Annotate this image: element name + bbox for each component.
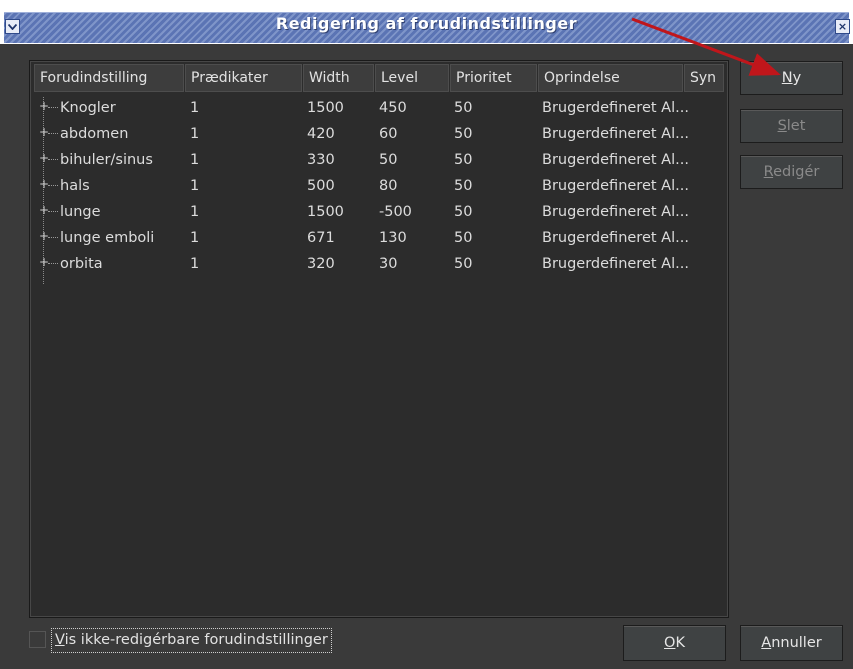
- window-menu-button[interactable]: [5, 19, 20, 34]
- cancel-button-label: Annuller: [761, 635, 822, 651]
- cell-level: 450: [379, 100, 407, 116]
- cell-origin: Brugerdefineret Al...: [542, 204, 689, 220]
- cell-level: 130: [379, 230, 407, 246]
- column-header-preset[interactable]: Forudindstilling: [34, 64, 184, 92]
- tree-branch: [48, 263, 58, 264]
- cell-level: 60: [379, 126, 398, 142]
- table-row[interactable]: + Knogler 1 1500 450 50 Brugerdefineret …: [30, 95, 728, 121]
- expand-plus-icon[interactable]: +: [39, 100, 49, 112]
- column-header-level[interactable]: Level: [375, 64, 449, 92]
- cell-width: 330: [307, 152, 335, 168]
- cell-preset: lunge emboli: [60, 230, 155, 246]
- show-noneditable-checkbox[interactable]: [29, 631, 46, 648]
- ok-button-label: OK: [664, 635, 685, 651]
- cell-preset: lunge: [60, 204, 101, 220]
- cell-level: -500: [379, 204, 412, 220]
- column-header-origin[interactable]: Oprindelse: [538, 64, 683, 92]
- expand-plus-icon[interactable]: +: [39, 126, 49, 138]
- chevron-down-icon: [7, 21, 18, 32]
- cell-predicates: 1: [190, 256, 200, 272]
- cell-priority: 50: [454, 256, 473, 272]
- column-header-priority[interactable]: Prioritet: [450, 64, 537, 92]
- table-row[interactable]: + bihuler/sinus 1 330 50 50 Brugerdefine…: [30, 147, 728, 173]
- column-header-syn[interactable]: Syn: [684, 64, 724, 92]
- new-button-label: Ny: [781, 70, 802, 86]
- cell-priority: 50: [454, 100, 473, 116]
- tree-branch: [48, 133, 58, 134]
- preset-list[interactable]: Forudindstilling Prædikater Width Level …: [29, 60, 729, 618]
- cell-priority: 50: [454, 152, 473, 168]
- cell-level: 30: [379, 256, 398, 272]
- new-button[interactable]: Ny: [740, 61, 843, 95]
- cell-preset: Knogler: [60, 100, 116, 116]
- cell-predicates: 1: [190, 152, 200, 168]
- column-headers: Forudindstilling Prædikater Width Level …: [30, 61, 728, 93]
- expand-plus-icon[interactable]: +: [39, 256, 49, 268]
- expand-plus-icon[interactable]: +: [39, 152, 49, 164]
- column-header-predicates[interactable]: Prædikater: [185, 64, 302, 92]
- delete-button[interactable]: Slet: [740, 109, 843, 143]
- cell-origin: Brugerdefineret Al...: [542, 100, 689, 116]
- cell-origin: Brugerdefineret Al...: [542, 256, 689, 272]
- cell-priority: 50: [454, 230, 473, 246]
- table-row[interactable]: + hals 1 500 80 50 Brugerdefineret Al...: [30, 173, 728, 199]
- edit-button-label: Redigér: [763, 164, 820, 180]
- expand-plus-icon[interactable]: +: [39, 178, 49, 190]
- edit-button[interactable]: Redigér: [740, 155, 843, 189]
- cell-predicates: 1: [190, 230, 200, 246]
- tree-branch: [48, 107, 58, 108]
- cell-predicates: 1: [190, 126, 200, 142]
- cell-preset: abdomen: [60, 126, 129, 142]
- table-row[interactable]: + lunge 1 1500 -500 50 Brugerdefineret A…: [30, 199, 728, 225]
- cell-origin: Brugerdefineret Al...: [542, 152, 689, 168]
- tree-branch: [48, 185, 58, 186]
- cell-origin: Brugerdefineret Al...: [542, 230, 689, 246]
- window-close-button[interactable]: ×: [835, 19, 850, 34]
- cell-level: 80: [379, 178, 398, 194]
- table-row[interactable]: + orbita 1 320 30 50 Brugerdefineret Al.…: [30, 251, 728, 277]
- tree-branch: [48, 211, 58, 212]
- cell-preset: bihuler/sinus: [60, 152, 153, 168]
- cell-width: 1500: [307, 204, 344, 220]
- cell-width: 671: [307, 230, 335, 246]
- column-header-width[interactable]: Width: [303, 64, 374, 92]
- tree-branch: [48, 159, 58, 160]
- cell-predicates: 1: [190, 204, 200, 220]
- table-row[interactable]: + lunge emboli 1 671 130 50 Brugerdefine…: [30, 225, 728, 251]
- cell-preset: hals: [60, 178, 90, 194]
- window-title: Redigering af forudindstillinger: [275, 14, 578, 33]
- tree-branch: [48, 237, 58, 238]
- cell-width: 500: [307, 178, 335, 194]
- cell-priority: 50: [454, 126, 473, 142]
- show-noneditable-label[interactable]: Vis ikke-redigérbare forudindstillinger: [51, 628, 332, 653]
- cell-priority: 50: [454, 178, 473, 194]
- ok-button[interactable]: OK: [623, 625, 726, 661]
- cell-origin: Brugerdefineret Al...: [542, 126, 689, 142]
- expand-plus-icon[interactable]: +: [39, 204, 49, 216]
- cell-predicates: 1: [190, 100, 200, 116]
- cell-width: 1500: [307, 100, 344, 116]
- cell-width: 320: [307, 256, 335, 272]
- expand-plus-icon[interactable]: +: [39, 230, 49, 242]
- cell-predicates: 1: [190, 178, 200, 194]
- title-bar[interactable]: Redigering af forudindstillinger ×: [0, 0, 853, 44]
- cell-level: 50: [379, 152, 398, 168]
- table-row[interactable]: + abdomen 1 420 60 50 Brugerdefineret Al…: [30, 121, 728, 147]
- cell-width: 420: [307, 126, 335, 142]
- cell-preset: orbita: [60, 256, 103, 272]
- delete-button-label: Slet: [777, 118, 806, 134]
- close-icon: ×: [837, 20, 848, 33]
- cancel-button[interactable]: Annuller: [740, 625, 843, 661]
- cell-origin: Brugerdefineret Al...: [542, 178, 689, 194]
- cell-priority: 50: [454, 204, 473, 220]
